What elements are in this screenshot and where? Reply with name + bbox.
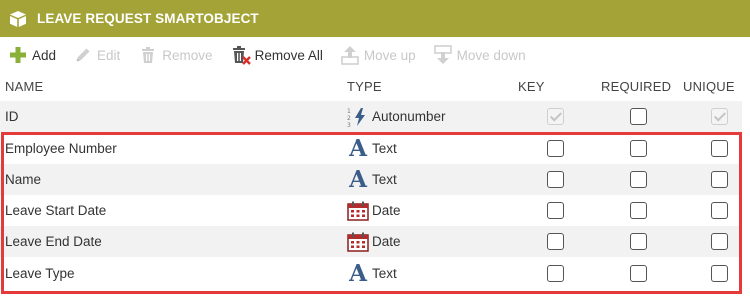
edit-label: Edit	[97, 47, 121, 63]
table-row[interactable]: ID 1 2 3 Autonumber	[0, 101, 742, 132]
remove-all-button[interactable]: Remove All	[231, 40, 323, 70]
smartobject-cube-icon	[8, 10, 28, 28]
property-type: Date	[347, 195, 401, 226]
svg-text:3: 3	[347, 122, 351, 128]
key-checkbox[interactable]	[546, 233, 564, 250]
key-checkbox[interactable]	[546, 140, 564, 157]
key-checkbox[interactable]	[546, 171, 564, 188]
move-up-label: Move up	[363, 47, 416, 63]
svg-text:2: 2	[347, 115, 351, 122]
move-down-label: Move down	[456, 47, 526, 63]
column-header-name: NAME	[5, 78, 44, 94]
table-row[interactable]: Leave Type A Text	[0, 258, 742, 289]
property-type: A Text	[347, 133, 397, 164]
calendar-icon	[347, 200, 369, 222]
move-up-icon	[340, 45, 360, 65]
remove-all-label: Remove All	[254, 47, 323, 63]
remove-button[interactable]: Remove	[138, 40, 213, 70]
unique-checkbox[interactable]	[710, 171, 728, 188]
key-checkbox[interactable]	[546, 202, 564, 219]
property-name: Leave End Date	[5, 234, 102, 249]
property-type-label: Autonumber	[372, 109, 446, 124]
text-type-icon: A	[349, 259, 367, 287]
text-type-icon: A	[349, 165, 367, 193]
property-type-label: Text	[372, 141, 397, 156]
property-name: Leave Start Date	[5, 203, 107, 218]
table-row[interactable]: Leave Start Date Date	[0, 195, 742, 226]
property-type: Date	[347, 226, 401, 257]
property-name: Employee Number	[5, 141, 117, 156]
required-checkbox[interactable]	[629, 265, 647, 282]
property-type-label: Date	[372, 203, 401, 218]
property-type-label: Text	[372, 266, 397, 281]
unique-checkbox[interactable]	[710, 202, 728, 219]
property-name: Name	[5, 172, 42, 187]
required-checkbox[interactable]	[629, 140, 647, 157]
key-checkbox[interactable]	[546, 108, 564, 125]
move-down-button[interactable]: Move down	[433, 40, 526, 70]
unique-checkbox[interactable]	[710, 140, 728, 157]
property-name: Leave Type	[5, 266, 75, 281]
add-label: Add	[32, 47, 57, 63]
property-name: ID	[5, 109, 19, 124]
svg-text:1: 1	[347, 108, 351, 115]
column-header-unique: UNIQUE	[683, 78, 735, 94]
required-checkbox[interactable]	[629, 202, 647, 219]
required-checkbox[interactable]	[629, 108, 647, 125]
table-row[interactable]: Employee Number A Text	[0, 133, 742, 164]
text-type-icon: A	[349, 134, 367, 162]
column-header-required: REQUIRED	[601, 78, 672, 94]
key-checkbox[interactable]	[546, 265, 564, 282]
smartobject-header: LEAVE REQUEST SMARTOBJECT	[0, 0, 750, 37]
plus-icon	[8, 45, 28, 65]
move-down-icon	[433, 45, 453, 65]
column-header-type: TYPE	[347, 78, 382, 94]
edit-button[interactable]: Edit	[73, 40, 120, 70]
pencil-icon	[73, 45, 93, 65]
property-type: A Text	[347, 164, 397, 195]
property-type: 1 2 3 Autonumber	[347, 101, 446, 132]
remove-label: Remove	[162, 47, 213, 63]
unique-checkbox[interactable]	[710, 265, 728, 282]
required-checkbox[interactable]	[629, 171, 647, 188]
property-type-label: Text	[372, 172, 397, 187]
calendar-icon	[347, 231, 369, 253]
property-type: A Text	[347, 258, 397, 289]
add-button[interactable]: Add	[8, 40, 56, 70]
unique-checkbox[interactable]	[710, 233, 728, 250]
move-up-button[interactable]: Move up	[340, 40, 416, 70]
trash-icon	[138, 45, 158, 65]
unique-checkbox[interactable]	[710, 108, 728, 125]
autonumber-icon: 1 2 3	[347, 106, 369, 128]
trash-remove-all-icon	[231, 45, 251, 65]
column-header-key: KEY	[518, 78, 545, 94]
required-checkbox[interactable]	[629, 233, 647, 250]
property-type-label: Date	[372, 234, 401, 249]
toolbar: Add Edit Remove Remove All Move up Move …	[0, 40, 750, 70]
smartobject-title: LEAVE REQUEST SMARTOBJECT	[37, 11, 259, 26]
table-row[interactable]: Name A Text	[0, 164, 742, 195]
table-row[interactable]: Leave End Date Date	[0, 226, 742, 257]
column-header-row: NAME TYPE KEY REQUIRED UNIQUE	[0, 72, 742, 100]
